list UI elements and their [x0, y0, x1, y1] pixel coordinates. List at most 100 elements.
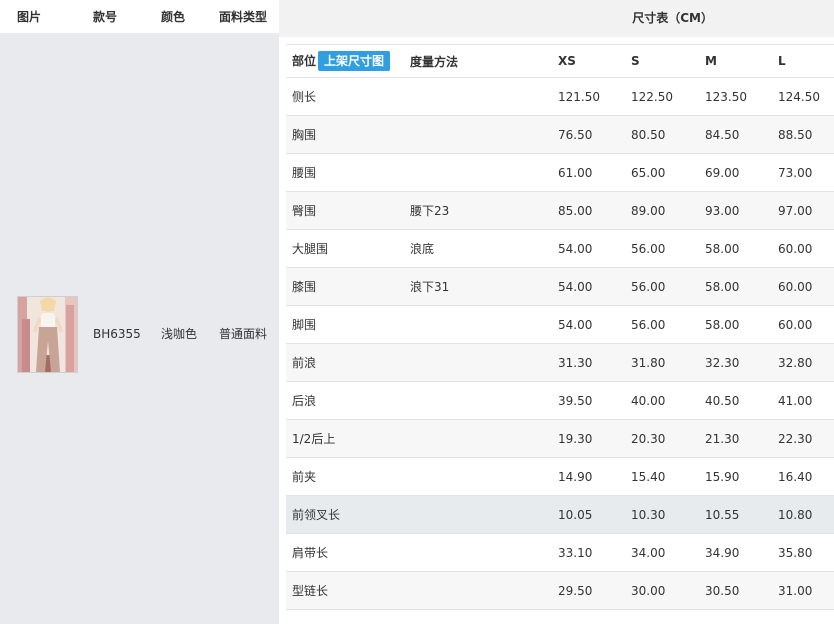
row-value-l: 60.00 [772, 305, 834, 344]
row-part: 大腿围 [286, 229, 404, 268]
row-value-s: 34.00 [625, 533, 699, 572]
row-value-m: 10.55 [699, 495, 772, 534]
row-method: 浪底 [404, 229, 552, 268]
row-value-s: 15.40 [625, 457, 699, 496]
row-method [404, 533, 552, 572]
table-row: 臀围 腰下23 85.00 89.00 93.00 97.00 [286, 191, 834, 230]
row-method [404, 305, 552, 344]
row-value-s: 30.00 [625, 571, 699, 610]
row-value-xs: 14.90 [552, 457, 625, 496]
row-value-s: 89.00 [625, 191, 699, 230]
row-value-l: 60.00 [772, 267, 834, 306]
header-image: 图片 [17, 10, 42, 24]
row-value-m: 84.50 [699, 115, 772, 154]
row-value-m: 30.50 [699, 571, 772, 610]
row-method [404, 343, 552, 382]
row-value-l: 73.00 [772, 153, 834, 192]
table-row: 前夹 14.90 15.40 15.90 16.40 [286, 457, 834, 496]
row-part: 前夹 [286, 457, 404, 496]
row-value-xs: 61.00 [552, 153, 625, 192]
row-method [404, 495, 552, 534]
table-row: 肩带长 33.10 34.00 34.90 35.80 [286, 533, 834, 572]
header-style-no: 款号 [93, 10, 118, 24]
table-row: 1/2后上 19.30 20.30 21.30 22.30 [286, 419, 834, 458]
row-value-l: 97.00 [772, 191, 834, 230]
row-value-s: 65.00 [625, 153, 699, 192]
row-value-m: 40.50 [699, 381, 772, 420]
row-part: 后浪 [286, 381, 404, 420]
row-value-l: 32.80 [772, 343, 834, 382]
row-value-l: 16.40 [772, 457, 834, 496]
row-value-xs: 33.10 [552, 533, 625, 572]
row-value-xs: 54.00 [552, 229, 625, 268]
size-chart-header-row: 部位 上架尺寸图 度量方法 XS S M L [286, 44, 834, 78]
row-value-l: 10.80 [772, 495, 834, 534]
row-value-m: 123.50 [699, 77, 772, 116]
product-fabric-type: 普通面料 [219, 327, 268, 341]
table-row: 膝围 浪下31 54.00 56.00 58.00 60.00 [286, 267, 834, 306]
col-header-size-s: S [625, 44, 699, 78]
row-value-m: 58.00 [699, 267, 772, 306]
table-row: 前领叉长 10.05 10.30 10.55 10.80 [286, 495, 834, 534]
table-row: 型链长 29.50 30.00 30.50 31.00 [286, 571, 834, 610]
col-header-method: 度量方法 [404, 44, 552, 78]
product-color: 浅咖色 [161, 327, 198, 341]
col-header-part: 部位 上架尺寸图 [286, 44, 404, 78]
row-part: 腰围 [286, 153, 404, 192]
row-value-l: 124.50 [772, 77, 834, 116]
row-value-m: 21.30 [699, 419, 772, 458]
table-row: 胸围 76.50 80.50 84.50 88.50 [286, 115, 834, 154]
header-fabric-type: 面料类型 [219, 10, 268, 24]
product-thumbnail[interactable] [17, 296, 78, 373]
row-value-s: 122.50 [625, 77, 699, 116]
col-header-size-xs: XS [552, 44, 625, 78]
row-part: 侧长 [286, 77, 404, 116]
row-value-xs: 29.50 [552, 571, 625, 610]
row-value-s: 40.00 [625, 381, 699, 420]
col-header-size-l: L [772, 44, 834, 78]
row-method [404, 77, 552, 116]
row-value-xs: 54.00 [552, 305, 625, 344]
row-value-m: 32.30 [699, 343, 772, 382]
row-value-xs: 39.50 [552, 381, 625, 420]
size-chart-title: 尺寸表（CM） [632, 11, 713, 25]
table-row: 侧长 121.50 122.50 123.50 124.50 [286, 77, 834, 116]
row-value-l: 35.80 [772, 533, 834, 572]
row-value-xs: 54.00 [552, 267, 625, 306]
listing-size-image-button[interactable]: 上架尺寸图 [318, 51, 391, 71]
row-value-m: 69.00 [699, 153, 772, 192]
row-part: 肩带长 [286, 533, 404, 572]
row-value-xs: 121.50 [552, 77, 625, 116]
row-value-s: 10.30 [625, 495, 699, 534]
row-method [404, 381, 552, 420]
row-part: 脚围 [286, 305, 404, 344]
row-part: 型链长 [286, 571, 404, 610]
row-value-xs: 19.30 [552, 419, 625, 458]
row-method [404, 419, 552, 458]
row-method [404, 571, 552, 610]
row-part: 膝围 [286, 267, 404, 306]
row-value-xs: 10.05 [552, 495, 625, 534]
row-value-xs: 85.00 [552, 191, 625, 230]
row-value-s: 31.80 [625, 343, 699, 382]
row-method [404, 457, 552, 496]
row-part: 臀围 [286, 191, 404, 230]
col-header-size-m: M [699, 44, 772, 78]
product-style-no: BH6355 [93, 327, 141, 341]
row-value-m: 58.00 [699, 305, 772, 344]
size-chart-title-bar: 尺寸表（CM） [279, 0, 834, 37]
size-chart-table: 部位 上架尺寸图 度量方法 XS S M L 侧长 121.50 122.50 123.… [286, 44, 834, 610]
row-method [404, 115, 552, 154]
row-value-m: 58.00 [699, 229, 772, 268]
table-row: 后浪 39.50 40.00 40.50 41.00 [286, 381, 834, 420]
row-value-m: 93.00 [699, 191, 772, 230]
row-value-l: 41.00 [772, 381, 834, 420]
row-part: 胸围 [286, 115, 404, 154]
row-value-m: 15.90 [699, 457, 772, 496]
row-value-s: 56.00 [625, 305, 699, 344]
size-chart-panel: 尺寸表（CM） 部位 上架尺寸图 度量方法 XS S M L 侧长 121.50 12… [279, 0, 834, 624]
row-value-s: 56.00 [625, 267, 699, 306]
row-method: 浪下31 [404, 267, 552, 306]
row-part: 1/2后上 [286, 419, 404, 458]
table-row: 前浪 31.30 31.80 32.30 32.80 [286, 343, 834, 382]
